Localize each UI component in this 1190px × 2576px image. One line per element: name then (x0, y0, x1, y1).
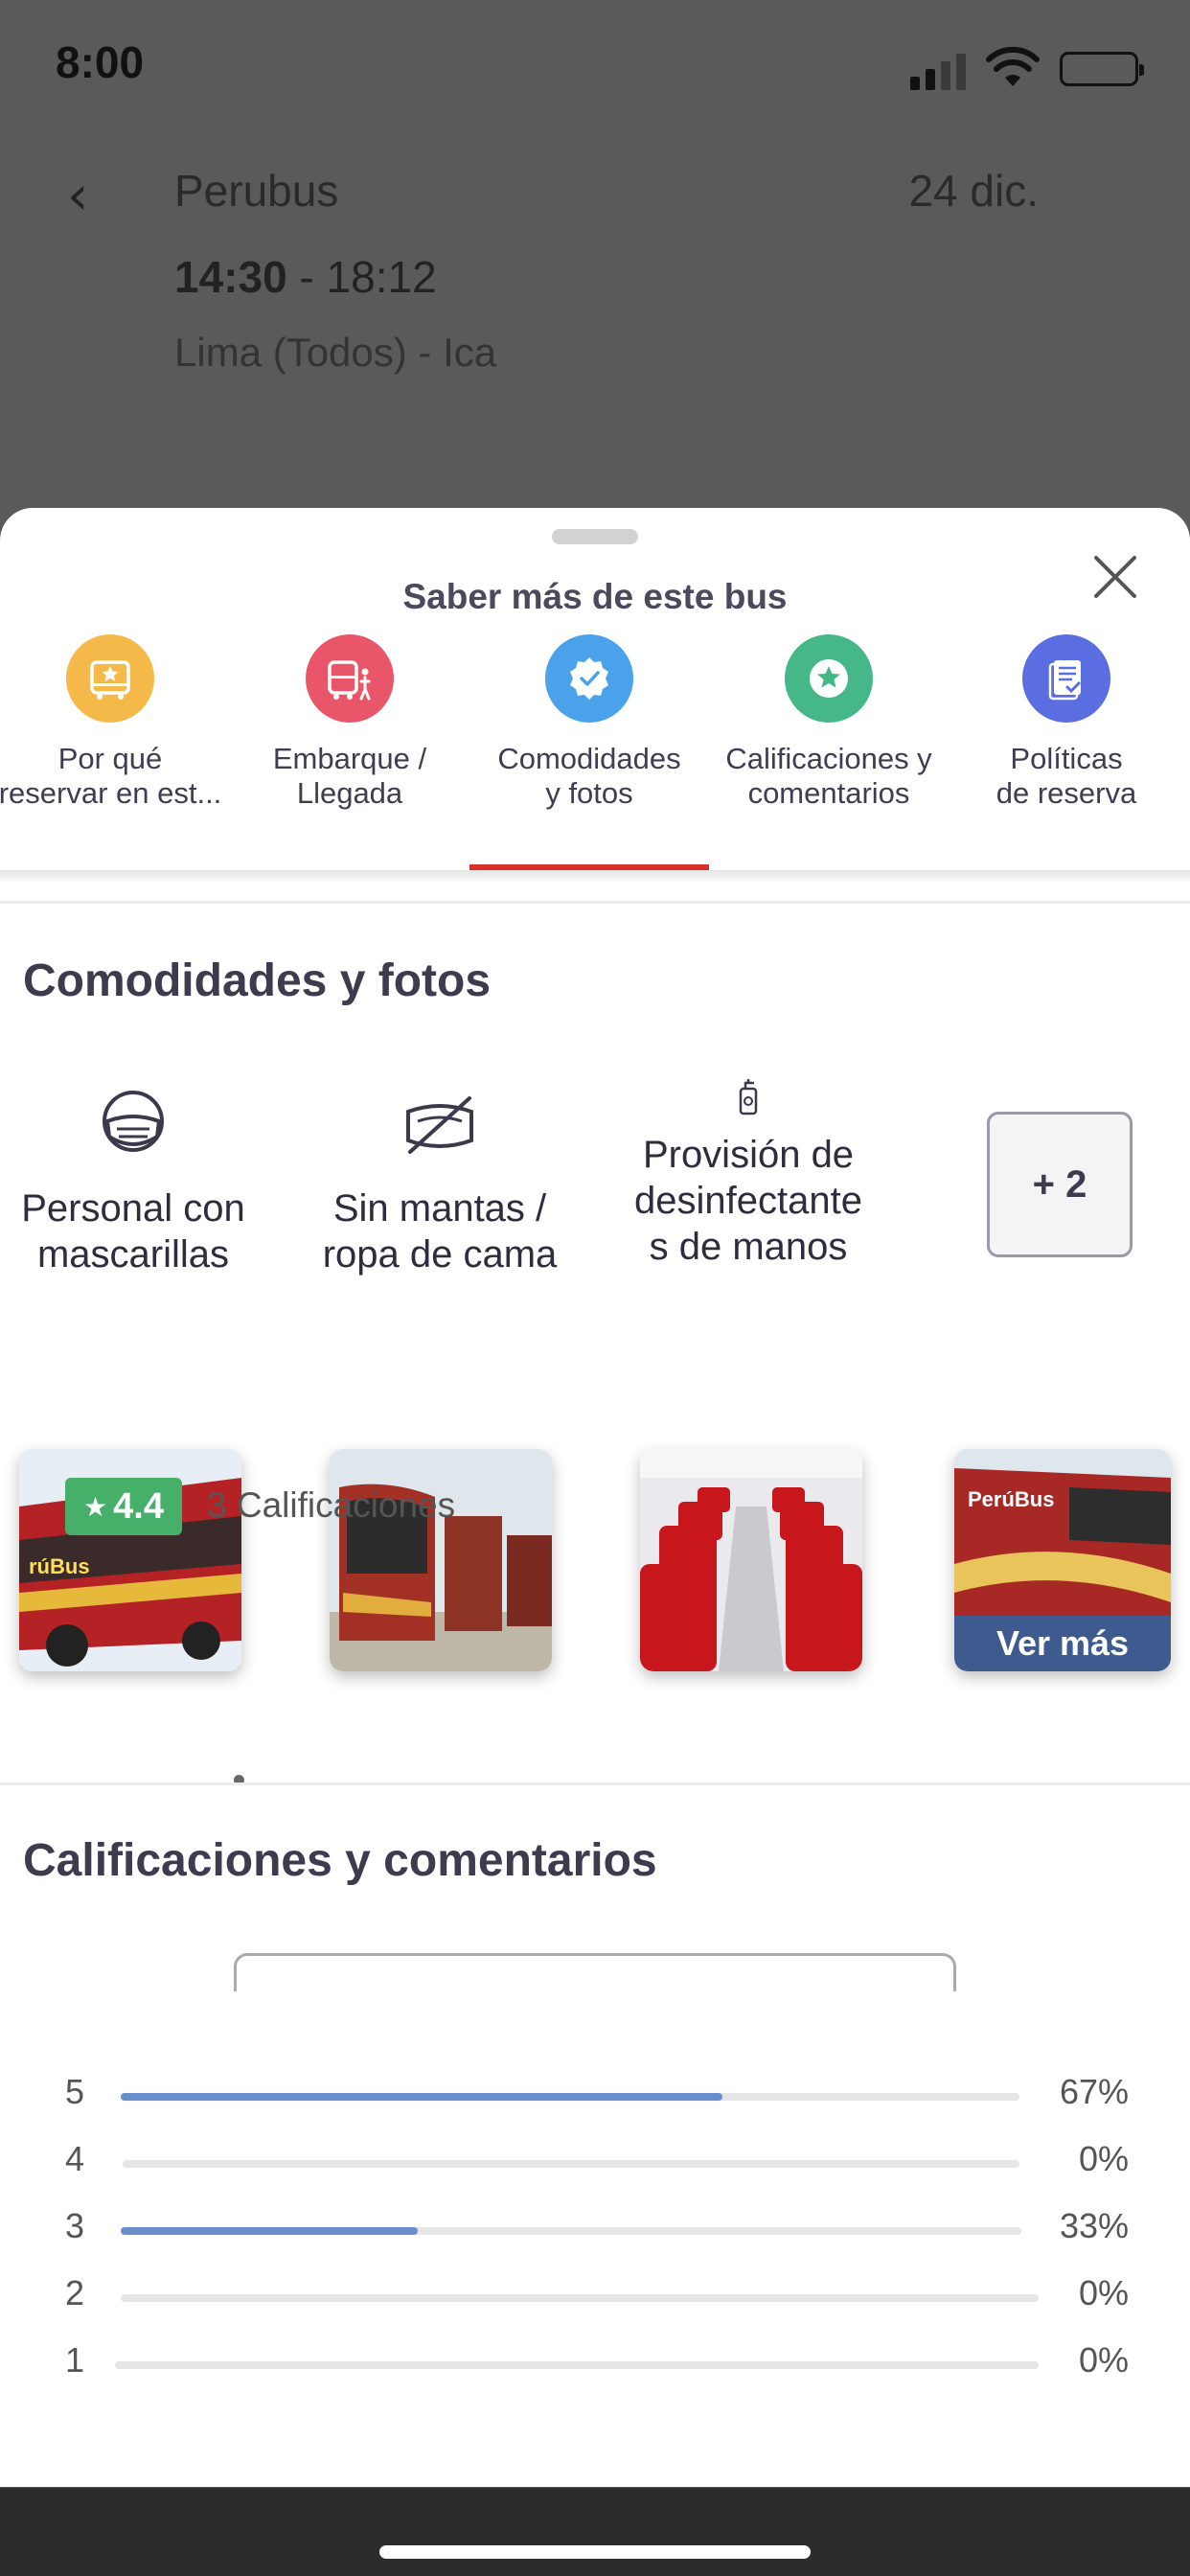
rating-percent: 0% (1078, 2273, 1129, 2312)
amenity-item: Personal con mascarillas (0, 1083, 272, 1277)
rating-star-number: 5 (65, 2072, 85, 2111)
amenities-section-title: Comodidades y fotos (23, 955, 492, 1006)
amenity-label: Personal con mascarillas (21, 1187, 245, 1276)
rating-percent: 33% (1059, 2206, 1129, 2245)
rating-percent: 0% (1078, 2340, 1129, 2380)
verified-badge-icon (545, 634, 633, 723)
status-bar: 8:00 (0, 0, 1190, 125)
tab-amenities[interactable]: Comodidades y fotos (469, 634, 709, 811)
close-icon[interactable] (1087, 548, 1144, 606)
rating-percent: 0% (1078, 2139, 1129, 2178)
bus-star-icon (66, 634, 154, 723)
battery-icon (1060, 52, 1144, 86)
tab-why-book[interactable]: Por qué reservar en est... (0, 634, 230, 811)
more-amenities-button[interactable]: + 2 (987, 1112, 1133, 1257)
rating-row: 1 0% (65, 2340, 1129, 2388)
ratings-section-title: Calificaciones y comentarios (23, 1835, 657, 1886)
time-separator: - (286, 252, 327, 302)
tab-label: Embarque / Llegada (272, 742, 427, 810)
no-blanket-icon (406, 1096, 473, 1154)
rating-star-number: 4 (65, 2139, 85, 2178)
rating-bar-track (121, 2227, 1021, 2235)
rating-row: 5 67% (65, 2072, 1129, 2120)
face-mask-icon (103, 1091, 164, 1152)
bus-passenger-icon (306, 634, 394, 723)
operator-name: Perubus (174, 166, 339, 216)
hand-sanitizer-icon (739, 1079, 758, 1116)
home-bar-area (0, 2488, 1190, 2576)
rating-row: 4 0% (65, 2139, 1129, 2187)
departure-time: 14:30 (174, 252, 287, 302)
divider (0, 901, 1190, 904)
amenity-item: Provisión de desinfectante s de manos (609, 1075, 887, 1270)
back-chevron-icon[interactable]: ‹ (67, 165, 88, 227)
tab-label: Calificaciones y comentarios (725, 742, 932, 810)
svg-text:rúBus: rúBus (29, 1554, 90, 1578)
sheet-drag-handle[interactable] (552, 529, 638, 544)
rating-score: 4.4 (113, 1485, 164, 1527)
rating-row: 3 33% (65, 2206, 1129, 2254)
bus-photo[interactable] (640, 1449, 862, 1671)
amenity-label: Sin mantas / ropa de cama (322, 1187, 558, 1276)
bus-photo-more[interactable]: PerúBus Ver más (954, 1449, 1171, 1671)
wifi-icon (986, 46, 1040, 86)
rating-score-badge: ★ 4.4 (65, 1478, 182, 1535)
bus-photo[interactable] (330, 1449, 552, 1671)
star-icon: ★ (83, 1490, 108, 1523)
rating-bar-fill (121, 2093, 723, 2101)
rating-bar-track (123, 2160, 1019, 2168)
rating-star-number: 2 (65, 2273, 85, 2312)
cellular-signal-icon (910, 54, 966, 90)
rating-count: 3 Calificaciones (207, 1485, 456, 1525)
rating-row: 2 0% (65, 2273, 1129, 2321)
amenity-item: Sin mantas / ropa de cama (301, 1083, 579, 1277)
sheet-title: Saber más de este bus (402, 577, 788, 616)
rating-bar-track (115, 2361, 1039, 2369)
trip-date: 24 dic. (908, 166, 1039, 216)
divider (0, 1782, 1190, 1785)
tab-label: Por qué reservar en est... (0, 742, 222, 810)
amenity-label: Provisión de desinfectante s de manos (634, 1134, 862, 1268)
rating-star-number: 3 (65, 2206, 85, 2245)
svg-text:PerúBus: PerúBus (968, 1487, 1054, 1511)
rating-bar-track (121, 2093, 1019, 2101)
trip-route: Lima (Todos) - Ica (174, 330, 497, 375)
arrival-time: 18:12 (326, 252, 437, 302)
see-more-photos-label[interactable]: Ver más (954, 1616, 1171, 1671)
rating-bar-fill (121, 2227, 419, 2235)
tab-policies[interactable]: Políticas de reserva (947, 634, 1186, 811)
home-indicator[interactable] (379, 2545, 811, 2559)
rating-percent: 67% (1059, 2072, 1129, 2111)
policy-document-icon (1022, 634, 1110, 723)
star-icon (785, 634, 873, 723)
rating-star-number: 1 (65, 2340, 85, 2380)
rating-bar-track (121, 2294, 1039, 2302)
info-tabs: Por qué reservar en est... Embarque / Ll… (0, 634, 1190, 864)
status-time: 8:00 (56, 37, 145, 87)
trip-times: 14:30 - 18:12 (174, 251, 437, 303)
partial-card (234, 1953, 956, 1991)
tab-label: Comodidades y fotos (497, 742, 681, 810)
tabs-shadow (0, 870, 1190, 884)
tab-ratings[interactable]: Calificaciones y comentarios (709, 634, 949, 811)
tab-boarding[interactable]: Embarque / Llegada (230, 634, 469, 811)
tab-label: Políticas de reserva (995, 742, 1137, 810)
